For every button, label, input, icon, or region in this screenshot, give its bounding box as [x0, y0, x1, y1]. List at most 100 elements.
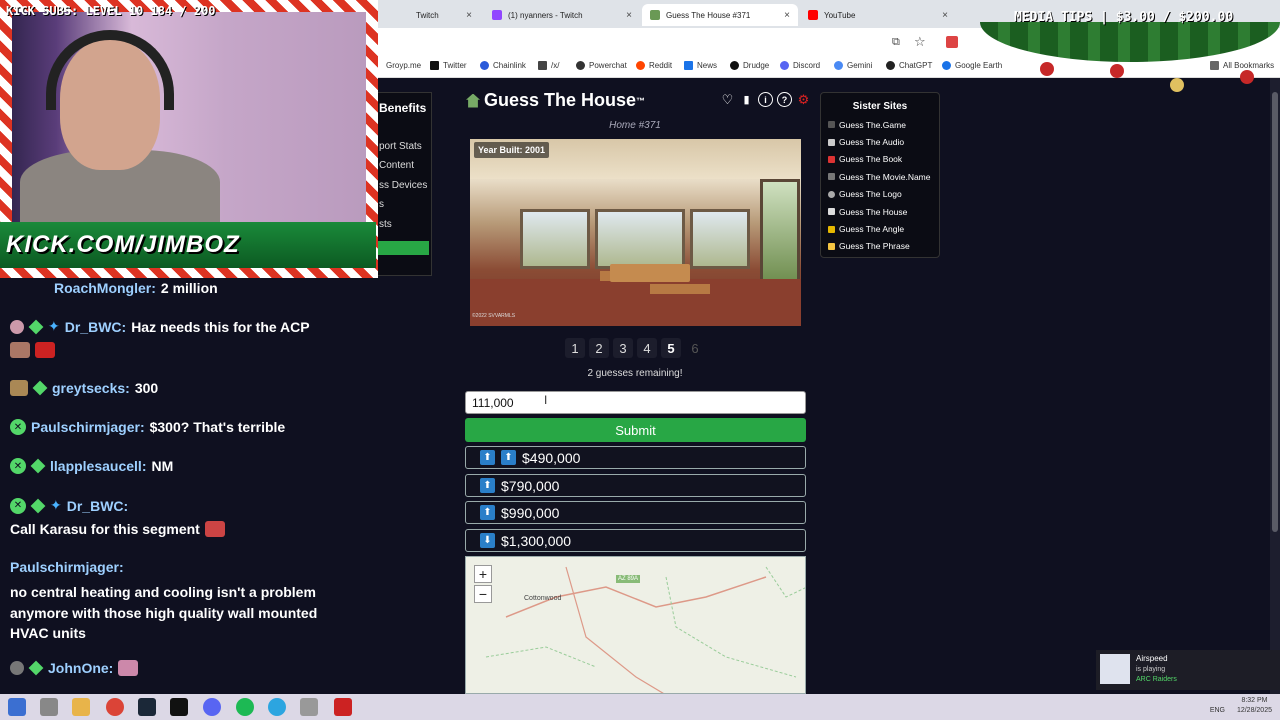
benefits-item[interactable]: port Stats — [379, 141, 422, 152]
page-button-2[interactable]: 2 — [589, 338, 609, 358]
close-icon[interactable]: × — [626, 10, 632, 21]
avatar-badge-icon — [10, 319, 24, 334]
chat-username[interactable]: RoachMongler: — [54, 280, 156, 296]
benefits-button[interactable] — [377, 241, 429, 255]
powerchat-icon — [576, 61, 585, 70]
chat-username[interactable]: Paulschirmjager: — [31, 419, 145, 435]
garland-decoration — [980, 22, 1280, 62]
app-icon[interactable] — [300, 698, 318, 716]
close-icon[interactable]: × — [466, 10, 472, 21]
chat-message-body: Call Karasu for this segment — [10, 521, 225, 537]
windows-start-icon[interactable] — [8, 698, 26, 716]
game-notification[interactable]: Airspeed is playing ARC Raiders — [1096, 650, 1280, 690]
sister-site-link[interactable]: Guess The House — [821, 203, 939, 220]
scrollbar-thumb[interactable] — [1272, 92, 1278, 532]
chatgpt-icon — [886, 61, 895, 70]
bookmark-gemini[interactable]: Gemini — [834, 61, 872, 70]
bookmark-twitter[interactable]: Twitter — [430, 61, 467, 70]
bookmark-label: Chainlink — [493, 61, 526, 70]
tab-twitch[interactable]: Twitch × — [408, 4, 480, 26]
gear-icon[interactable]: ⚙ — [796, 92, 811, 107]
language-indicator[interactable]: ENG — [1210, 707, 1225, 714]
chat-message-header: ✕ ✦ Dr_BWC: — [10, 497, 128, 514]
bookmark-news[interactable]: News — [684, 61, 717, 70]
house-photo[interactable] — [470, 139, 801, 326]
location-map[interactable]: + − Cottonwood AZ 89A — [465, 556, 806, 694]
page-button-3[interactable]: 3 — [613, 338, 633, 358]
bookmark-reddit[interactable]: Reddit — [636, 61, 672, 70]
page-button-4[interactable]: 4 — [637, 338, 657, 358]
sister-site-link[interactable]: Guess The Angle — [821, 220, 939, 237]
google-earth-icon — [942, 61, 951, 70]
benefits-item[interactable]: Content — [379, 160, 414, 171]
zoom-in-button[interactable]: + — [474, 565, 492, 583]
chat-username[interactable]: JohnOne: — [48, 660, 113, 676]
steam-icon[interactable] — [138, 698, 156, 716]
tab-nyanners[interactable]: (1) nyanners - Twitch × — [484, 4, 640, 26]
sister-site-link[interactable]: Guess The.Game — [821, 116, 939, 133]
discord-icon[interactable] — [203, 698, 221, 716]
sister-site-label: Guess The.Game — [839, 119, 906, 130]
chat-username[interactable]: greytsecks: — [52, 380, 130, 396]
sister-site-label: Guess The Phrase — [839, 241, 910, 252]
bookmark-chatgpt[interactable]: ChatGPT — [886, 61, 932, 70]
benefits-item[interactable]: s — [379, 199, 384, 210]
heart-icon[interactable]: ♡ — [720, 92, 735, 107]
task-view-icon[interactable] — [40, 698, 58, 716]
zoom-out-button[interactable]: − — [474, 585, 492, 603]
page-button-5[interactable]: 5 — [661, 338, 681, 358]
youtube-icon — [808, 10, 818, 20]
stats-icon[interactable]: ▮ — [739, 92, 754, 107]
close-icon[interactable]: × — [784, 10, 790, 21]
page-button-1[interactable]: 1 — [565, 338, 585, 358]
star-icon[interactable]: ☆ — [914, 34, 926, 50]
terminal-icon[interactable] — [170, 698, 188, 716]
trademark: ™ — [636, 95, 646, 106]
close-icon[interactable]: × — [942, 10, 948, 21]
benefits-item[interactable]: sts — [379, 219, 392, 230]
sword-badge-icon: ✦ — [50, 497, 62, 513]
angle-icon — [828, 225, 835, 233]
bookmark-powerchat[interactable]: Powerchat — [576, 61, 627, 70]
benefits-item[interactable]: ss Devices — [379, 180, 427, 191]
spotify-icon[interactable] — [236, 698, 254, 716]
sister-site-link[interactable]: Guess The Phrase — [821, 238, 939, 255]
telegram-icon[interactable] — [268, 698, 286, 716]
sister-site-label: Guess The Book — [839, 154, 903, 165]
bookmark-chainlink[interactable]: Chainlink — [480, 61, 526, 70]
help-icon[interactable]: ? — [777, 92, 792, 107]
chat-username[interactable]: Paulschirmjager: — [10, 559, 124, 575]
chat-username[interactable]: llapplesaucell: — [50, 458, 146, 474]
sister-sites-panel: Sister Sites Guess The.Game Guess The Au… — [820, 92, 940, 258]
chat-text: no central heating and cooling isn't a p… — [10, 584, 318, 641]
extension-icon[interactable] — [946, 36, 958, 48]
sister-site-link[interactable]: Guess The Book — [821, 151, 939, 168]
diamond-badge-icon — [28, 319, 44, 334]
submit-button[interactable]: Submit — [465, 418, 806, 442]
bookmark-drudge[interactable]: Drudge — [730, 61, 769, 70]
obs-icon[interactable] — [334, 698, 352, 716]
file-explorer-icon[interactable] — [72, 698, 90, 716]
guess-input[interactable] — [465, 391, 806, 414]
chat-username[interactable]: Dr_BWC: — [67, 498, 128, 514]
bookmark-x[interactable]: /x/ — [538, 61, 559, 70]
guess-value: $990,000 — [501, 504, 560, 521]
arrow-up-icon: ⬆ — [480, 505, 495, 520]
sister-site-link[interactable]: Guess The Logo — [821, 186, 939, 203]
sister-site-link[interactable]: Guess The Audio — [821, 133, 939, 150]
clock-date[interactable]: 12/28/2025 — [1237, 707, 1272, 714]
chrome-icon[interactable] — [106, 698, 124, 716]
photo-window — [690, 209, 750, 269]
bookmark-discord[interactable]: Discord — [780, 61, 820, 70]
ornament-icon — [1170, 78, 1184, 92]
clock-time[interactable]: 8:32 PM — [1241, 697, 1267, 704]
install-icon[interactable]: ⧉ — [892, 36, 900, 49]
tab-youtube[interactable]: YouTube × — [800, 4, 956, 26]
tab-guess-the-house[interactable]: Guess The House #371 × — [642, 4, 798, 26]
sister-site-link[interactable]: Guess The Movie.Name — [821, 168, 939, 185]
bookmark-groyp[interactable]: Groyp.me — [386, 61, 421, 70]
info-icon[interactable]: i — [758, 92, 773, 107]
page-scrollbar[interactable] — [1270, 78, 1280, 694]
chat-username[interactable]: Dr_BWC: — [65, 319, 126, 335]
kick-badge-icon: ✕ — [10, 458, 26, 474]
